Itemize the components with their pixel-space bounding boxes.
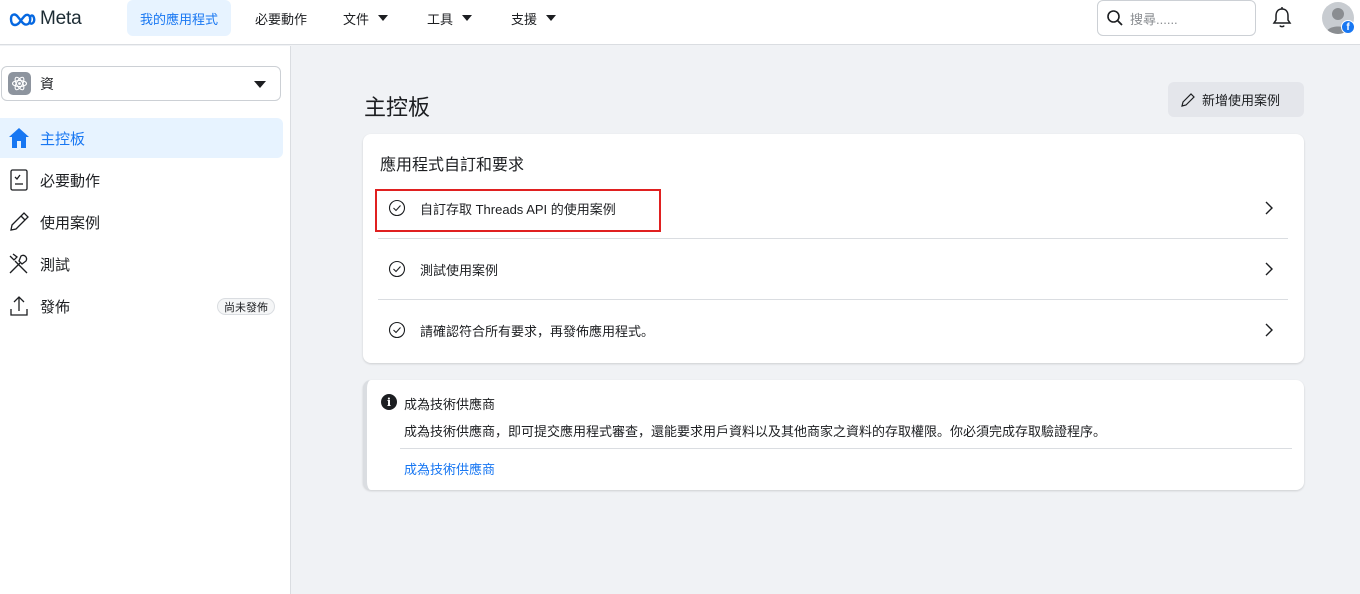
app-requirements-card: 應用程式自訂和要求 自訂存取 Threads API 的使用案例 測試使用案例 …: [363, 134, 1304, 363]
nav-tools-label: 工具: [427, 11, 454, 27]
sidebar-item-required-actions[interactable]: 必要動作: [0, 160, 283, 200]
caret-down-icon: [546, 15, 557, 21]
nav-my-apps-label: 我的應用程式: [140, 11, 219, 27]
tech-provider-info-card: i 成為技術供應商 成為技術供應商，即可提交應用程式審查，還能要求用戶資料以及其…: [363, 380, 1304, 490]
caret-down-icon: [462, 15, 473, 21]
card-title: 應用程式自訂和要求: [380, 157, 525, 174]
nav-required-actions-label: 必要動作: [255, 11, 308, 27]
become-tech-provider-link[interactable]: 成為技術供應商: [404, 459, 495, 478]
chevron-right-icon: [1265, 262, 1273, 276]
info-description: 成為技術供應商，即可提交應用程式審查，還能要求用戶資料以及其他商家之資料的存取權…: [404, 424, 1107, 439]
sidebar-item-dashboard[interactable]: 主控板: [0, 118, 283, 158]
pencil-icon: [1181, 92, 1195, 107]
meta-logo[interactable]: Meta: [7, 8, 82, 30]
status-badge: 尚未發佈: [217, 298, 275, 315]
facebook-badge-icon: f: [1341, 20, 1355, 34]
list-item-label: 測試使用案例: [420, 262, 499, 278]
info-title: 成為技術供應商: [404, 397, 496, 412]
add-use-case-label: 新增使用案例: [1202, 93, 1281, 108]
pencil-icon: [6, 209, 32, 235]
caret-down-icon: [254, 81, 266, 88]
brand-name: Meta: [40, 8, 82, 29]
page-title: 主控板: [364, 95, 431, 120]
nav-support[interactable]: 支援: [498, 0, 569, 36]
app-selector[interactable]: 資: [1, 66, 281, 101]
sidebar-item-testing[interactable]: 測試: [0, 244, 283, 284]
nav-tools[interactable]: 工具: [414, 0, 485, 36]
nav-docs-label: 文件: [343, 11, 370, 27]
list-item-confirm-requirements[interactable]: 請確認符合所有要求，再發佈應用程式。: [378, 300, 1288, 360]
search-placeholder: 搜尋......: [1130, 11, 1178, 27]
clipboard-check-icon: [6, 167, 32, 193]
sidebar-item-label: 必要動作: [40, 172, 101, 190]
sidebar-item-label: 發佈: [40, 298, 71, 316]
list-item-test-use-cases[interactable]: 測試使用案例: [378, 239, 1288, 299]
search-icon: [1107, 10, 1123, 26]
app-name: 資: [40, 75, 54, 92]
caret-down-icon: [378, 15, 389, 21]
upload-icon: [6, 293, 32, 319]
divider: [400, 448, 1292, 449]
sidebar-item-label: 使用案例: [40, 214, 101, 232]
sidebar: 資 主控板 必要動作 使用案例 測試 發佈 尚未發佈: [0, 46, 291, 594]
chevron-right-icon: [1265, 323, 1273, 337]
nav-my-apps[interactable]: 我的應用程式: [127, 0, 232, 36]
bell-icon[interactable]: [1271, 6, 1293, 30]
sidebar-item-label: 測試: [40, 256, 71, 274]
nav-required-actions[interactable]: 必要動作: [242, 0, 320, 36]
highlight-box: [375, 189, 661, 232]
sidebar-item-label: 主控板: [40, 130, 86, 148]
list-item-label: 請確認符合所有要求，再發佈應用程式。: [420, 323, 655, 339]
sidebar-item-use-cases[interactable]: 使用案例: [0, 202, 283, 242]
sidebar-item-publish[interactable]: 發佈 尚未發佈: [0, 286, 283, 326]
chevron-right-icon: [1265, 201, 1273, 215]
check-circle-icon: [388, 260, 406, 278]
nav-support-label: 支援: [511, 11, 538, 27]
meta-infinity-icon: [9, 13, 36, 27]
check-circle-icon: [388, 321, 406, 339]
add-use-case-button[interactable]: 新增使用案例: [1168, 82, 1304, 117]
info-icon: i: [381, 394, 397, 410]
tools-icon: [6, 251, 32, 277]
search-input[interactable]: 搜尋......: [1097, 0, 1256, 36]
app-atom-icon: [8, 72, 31, 95]
nav-docs[interactable]: 文件: [330, 0, 401, 36]
home-icon: [6, 125, 32, 151]
top-navigation-bar: Meta 我的應用程式 必要動作 文件 工具 支援 搜尋...... f: [0, 0, 1360, 45]
